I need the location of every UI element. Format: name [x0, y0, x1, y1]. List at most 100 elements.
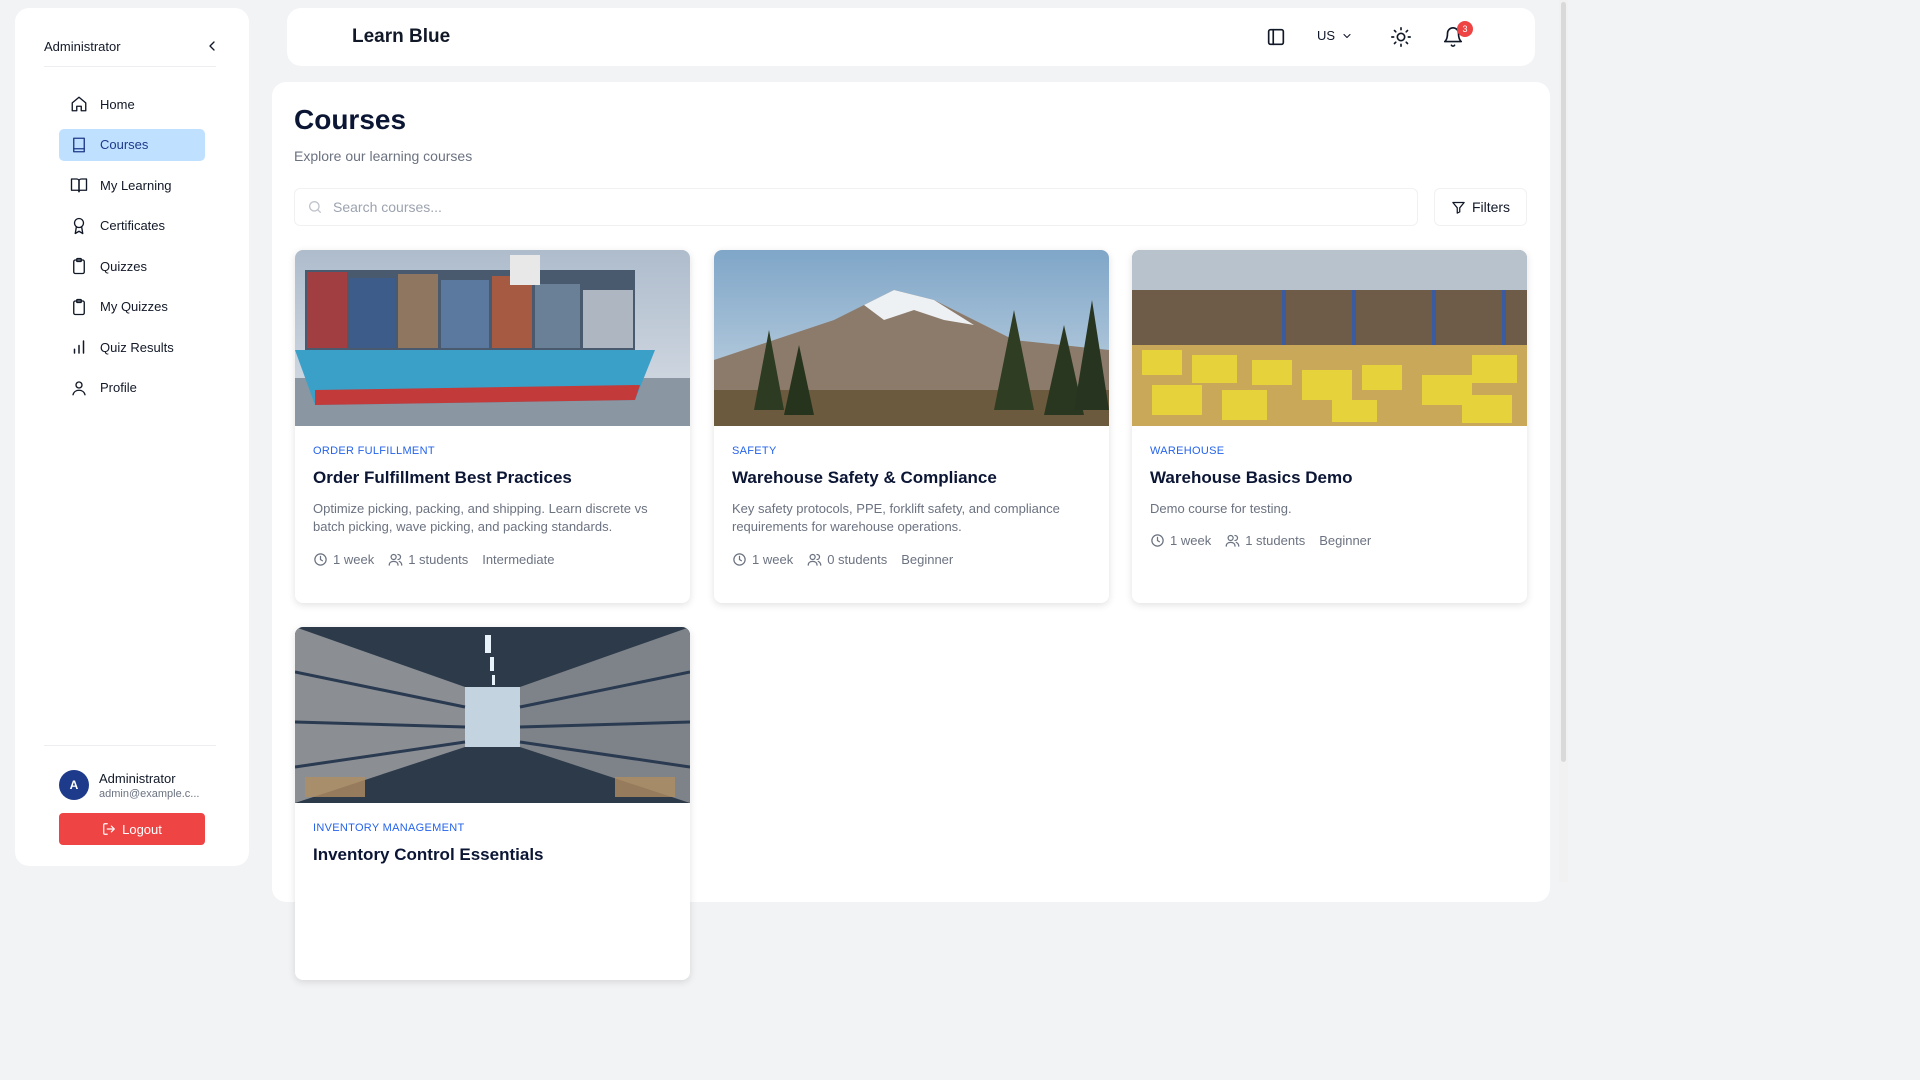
sidebar-item-home[interactable]: Home	[59, 88, 205, 120]
course-description: Optimize picking, packing, and shipping.…	[313, 501, 648, 534]
course-card[interactable]: SAFETY Warehouse Safety & Compliance Key…	[714, 250, 1109, 603]
students-text: 1 students	[408, 552, 469, 567]
user-email: admin@example.c...	[99, 787, 200, 800]
home-icon	[71, 96, 87, 112]
course-category: SAFETY	[732, 445, 777, 457]
sidebar-item-label: Courses	[100, 137, 149, 152]
course-title: Inventory Control Essentials	[313, 845, 544, 864]
sidebar-item-profile[interactable]: Profile	[59, 372, 205, 404]
sidebar-item-label: Quizzes	[100, 258, 147, 274]
search-icon	[309, 201, 321, 213]
user-info: A Administrator admin@example.c...	[59, 770, 199, 800]
sidebar-item-label: Profile	[100, 380, 137, 395]
main-content: Courses Explore our learning courses Fil…	[272, 82, 1550, 980]
course-title: Warehouse Safety & Compliance	[732, 468, 997, 487]
sidebar-item-label: My Learning	[100, 177, 172, 193]
book-icon	[73, 137, 85, 152]
course-duration: 1 week	[1150, 533, 1211, 548]
filters-button[interactable]: Filters	[1434, 188, 1527, 226]
course-level: Beginner	[1319, 533, 1372, 548]
clock-icon	[314, 553, 327, 566]
scrollbar-thumb[interactable]	[1561, 2, 1566, 762]
course-category: WAREHOUSE	[1150, 445, 1225, 457]
sidebar-item-label: Certificates	[100, 218, 166, 233]
users-icon	[1225, 534, 1240, 547]
course-students: 1 students	[1225, 533, 1305, 548]
brand-title: Learn Blue	[352, 26, 451, 47]
course-image	[295, 627, 690, 803]
clock-icon	[1151, 534, 1164, 547]
course-title: Warehouse Basics Demo	[1150, 468, 1353, 487]
sidebar-item-quizzes[interactable]: Quizzes	[59, 250, 205, 282]
sidebar-divider	[44, 745, 216, 746]
course-title: Order Fulfillment Best Practices	[313, 468, 572, 487]
sidebar-title: Administrator	[44, 38, 121, 54]
students-text: 1 students	[1245, 533, 1306, 548]
sidebar-item-quiz-results[interactable]: Quiz Results	[59, 331, 205, 363]
top-bar: Learn Blue US 3	[287, 8, 1535, 66]
sidebar-item-label: Quiz Results	[100, 339, 174, 355]
course-description: Demo course for testing.	[1150, 501, 1292, 516]
course-meta: 1 week 1 students Intermediate	[313, 552, 554, 567]
sidebar: Administrator Home Courses My Learning C…	[15, 8, 249, 866]
sidebar-item-certificates[interactable]: Certificates	[59, 210, 205, 242]
course-meta: 1 week 1 students Beginner	[1150, 533, 1371, 548]
sidebar-header: Administrator	[44, 28, 220, 64]
course-card[interactable]: WAREHOUSE Warehouse Basics Demo Demo cou…	[1132, 250, 1527, 603]
users-icon	[807, 553, 822, 566]
page-title: Courses	[294, 104, 407, 135]
notification-badge: 3	[1457, 21, 1473, 37]
search-input[interactable]	[333, 199, 1393, 215]
user-name: Administrator	[99, 770, 176, 786]
users-icon	[388, 553, 403, 566]
course-description: Key safety protocols, PPE, forklift safe…	[732, 501, 1060, 534]
avatar: A	[59, 770, 89, 800]
sidebar-item-courses[interactable]: Courses	[59, 128, 205, 161]
course-duration: 1 week	[732, 552, 793, 567]
course-level: Intermediate	[482, 552, 555, 567]
clock-icon	[733, 553, 746, 566]
course-students: 1 students	[388, 552, 468, 567]
language-selector[interactable]: US	[1317, 28, 1353, 43]
page-scrollbar[interactable]	[1559, 0, 1568, 882]
clipboard-icon	[73, 298, 85, 315]
sidebar-item-label: My Quizzes	[100, 299, 168, 314]
book-open-icon	[70, 178, 88, 193]
course-image	[295, 250, 690, 426]
chevron-left-icon[interactable]	[204, 38, 220, 54]
course-image	[714, 250, 1109, 426]
course-category: INVENTORY MANAGEMENT	[313, 822, 465, 834]
clipboard-icon	[73, 257, 85, 275]
logout-button[interactable]: Logout	[59, 813, 205, 845]
course-image	[1132, 250, 1527, 426]
course-duration: 1 week	[313, 552, 374, 567]
course-level: Beginner	[901, 552, 954, 567]
sidebar-divider	[44, 66, 216, 67]
duration-text: 1 week	[752, 552, 794, 567]
course-card[interactable]: ORDER FULFILLMENT Order Fulfillment Best…	[295, 250, 690, 603]
course-students: 0 students	[807, 552, 887, 567]
sidebar-item-my-quizzes[interactable]: My Quizzes	[59, 291, 205, 323]
bar-chart-icon	[73, 340, 85, 354]
sidebar-item-label: Home	[100, 96, 135, 112]
students-text: 0 students	[827, 552, 888, 567]
sidebar-item-my-learning[interactable]: My Learning	[59, 169, 205, 201]
filters-label: Filters	[1471, 199, 1511, 215]
duration-text: 1 week	[333, 552, 375, 567]
sidebar-nav: Home Courses My Learning Certificates Qu…	[59, 88, 205, 412]
user-icon	[72, 380, 86, 395]
chevron-down-icon	[1343, 33, 1351, 38]
panel-toggle-icon[interactable]	[1265, 26, 1287, 48]
course-meta: 1 week 0 students Beginner	[732, 552, 953, 567]
search-bar	[294, 188, 1418, 226]
language-label: US	[1317, 28, 1336, 43]
course-category: ORDER FULFILLMENT	[313, 445, 435, 457]
logout-icon	[103, 823, 115, 835]
page-subtitle: Explore our learning courses	[294, 148, 473, 164]
filter-icon	[1452, 201, 1465, 214]
logout-label: Logout	[122, 821, 162, 837]
duration-text: 1 week	[1170, 533, 1212, 548]
award-icon	[73, 217, 85, 234]
course-card[interactable]: INVENTORY MANAGEMENT Inventory Control E…	[295, 627, 690, 980]
sun-icon[interactable]	[1390, 26, 1412, 48]
